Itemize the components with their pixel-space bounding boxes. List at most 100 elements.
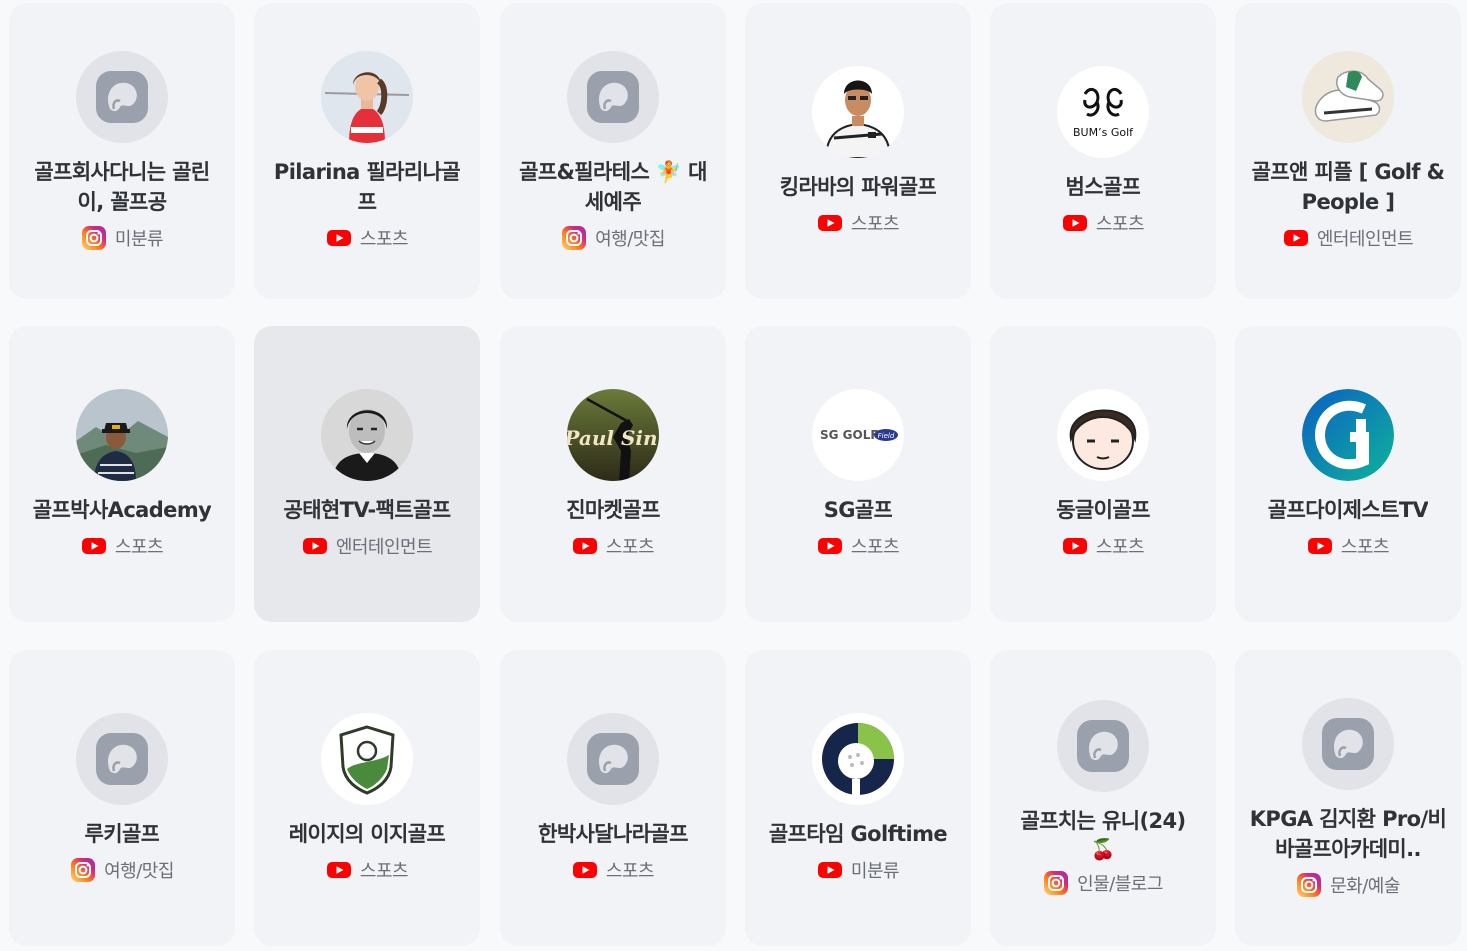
youtube-icon bbox=[572, 533, 598, 559]
channel-avatar: Paul Sin bbox=[567, 389, 659, 481]
youtube-icon bbox=[1062, 210, 1088, 236]
instagram-icon bbox=[81, 225, 107, 251]
channel-meta: 스포츠 bbox=[326, 857, 409, 883]
channel-meta: 스포츠 bbox=[326, 225, 409, 251]
channel-avatar bbox=[1057, 700, 1149, 792]
channel-category: 문화/예술 bbox=[1330, 876, 1400, 897]
channel-category: 미분류 bbox=[114, 229, 164, 250]
channel-card[interactable]: 킹라바의 파워골프 스포츠 bbox=[745, 3, 971, 299]
channel-category: 스포츠 bbox=[605, 537, 655, 558]
channel-name-emoji: 🍒 bbox=[1090, 837, 1116, 861]
youtube-icon bbox=[1307, 533, 1333, 559]
svg-text:Field: Field bbox=[878, 432, 895, 440]
channel-meta: 여행/맛집 bbox=[561, 225, 665, 251]
channel-card[interactable]: 동글이골프스포츠 bbox=[990, 326, 1216, 622]
channel-meta: 엔터테인먼트 bbox=[302, 533, 433, 559]
channel-avatar bbox=[1302, 698, 1394, 790]
channel-avatar bbox=[76, 389, 168, 481]
channel-card[interactable]: 레이지의 이지골프 스포츠 bbox=[254, 650, 480, 946]
youtube-icon bbox=[1062, 533, 1088, 559]
channel-card[interactable]: Paul Sin 진마켓골프스포츠 bbox=[500, 326, 726, 622]
channel-name: 골프박사Academy bbox=[32, 498, 212, 522]
channel-card[interactable]: Pilarina 필라리나골프스포츠 bbox=[254, 3, 480, 299]
channel-meta: 스포츠 bbox=[572, 857, 655, 883]
instagram-icon bbox=[561, 225, 587, 251]
channel-category: 엔터테인먼트 bbox=[1316, 229, 1414, 250]
instagram-icon bbox=[1043, 870, 1069, 896]
channel-card[interactable]: SG GOLF Field SG골프스포츠 bbox=[745, 326, 971, 622]
channel-name: SG골프 bbox=[823, 498, 893, 522]
youtube-icon bbox=[1283, 225, 1309, 251]
instagram-icon bbox=[1296, 872, 1322, 898]
channel-name: Pilarina 필라리나골프 bbox=[273, 160, 461, 214]
svg-text:SG GOLF: SG GOLF bbox=[820, 428, 879, 442]
channel-meta: 스포츠 bbox=[1062, 533, 1145, 559]
channel-card[interactable]: 한박사달나라골프스포츠 bbox=[500, 650, 726, 946]
channel-avatar: BUM’s Golf bbox=[1057, 66, 1149, 158]
channel-name: 범스골프 bbox=[1065, 175, 1141, 199]
youtube-icon bbox=[302, 533, 328, 559]
channel-meta: 스포츠 bbox=[817, 210, 900, 236]
instagram-icon bbox=[70, 857, 96, 883]
channel-card[interactable]: BUM’s Golf 범스골프 스포츠 bbox=[990, 3, 1216, 299]
channel-meta: 문화/예술 bbox=[1296, 872, 1400, 898]
channel-name: 공태현TV-팩트골프 bbox=[283, 498, 451, 522]
channel-card[interactable]: 골프치는 유니(24) 🍒 인물/블로그 bbox=[990, 650, 1216, 946]
channel-avatar: SG GOLF Field bbox=[812, 389, 904, 481]
channel-category: 엔터테인먼트 bbox=[335, 537, 433, 558]
channel-meta: 스포츠 bbox=[1307, 533, 1390, 559]
channel-category: 스포츠 bbox=[359, 229, 409, 250]
channel-card[interactable]: 골프&필라테스 🧚 대세예주 여행/맛집 bbox=[500, 3, 726, 299]
channel-meta: 미분류 bbox=[81, 225, 164, 251]
youtube-icon bbox=[817, 857, 843, 883]
channel-category: 스포츠 bbox=[850, 537, 900, 558]
channel-avatar bbox=[812, 66, 904, 158]
channel-card[interactable]: 골프타임 Golftime 미분류 bbox=[745, 650, 971, 946]
channel-card[interactable]: 골프다이제스트TV 스포츠 bbox=[1235, 326, 1461, 622]
channel-card[interactable]: KPGA 김지환 Pro/비바골프아카데미.. 문화/예술 bbox=[1235, 650, 1461, 946]
channel-category: 인물/블로그 bbox=[1077, 874, 1163, 895]
channel-category: 스포츠 bbox=[1095, 537, 1145, 558]
channel-category: 스포츠 bbox=[850, 214, 900, 235]
channel-avatar bbox=[1302, 51, 1394, 143]
youtube-icon bbox=[81, 533, 107, 559]
svg-text:BUM’s Golf: BUM’s Golf bbox=[1073, 126, 1134, 139]
channel-category: 여행/맛집 bbox=[595, 229, 665, 250]
channel-card[interactable]: 공태현TV-팩트골프엔터테인먼트 bbox=[254, 326, 480, 622]
channel-card[interactable]: 골프앤 피플 [ Golf & People ] 엔터테인먼트 bbox=[1235, 3, 1461, 299]
channel-avatar bbox=[76, 713, 168, 805]
channel-name: 골프치는 유니(24) bbox=[1020, 809, 1186, 833]
channel-name: 루키골프 bbox=[84, 822, 160, 846]
channel-category: 스포츠 bbox=[359, 861, 409, 882]
channel-meta: 여행/맛집 bbox=[70, 857, 174, 883]
channel-name: 한박사달나라골프 bbox=[538, 822, 688, 846]
channel-category: 스포츠 bbox=[114, 537, 164, 558]
youtube-icon bbox=[817, 210, 843, 236]
channel-name: 골프타임 Golftime bbox=[768, 822, 948, 846]
channel-card[interactable]: 골프회사다니는 골린이, 꼴프공미분류 bbox=[9, 3, 235, 299]
channel-meta: 미분류 bbox=[817, 857, 900, 883]
channel-card[interactable]: 골프박사Academy 스포츠 bbox=[9, 326, 235, 622]
channel-avatar bbox=[1302, 389, 1394, 481]
channel-avatar bbox=[812, 713, 904, 805]
youtube-icon bbox=[817, 533, 843, 559]
channel-name: KPGA 김지환 Pro/비바골프아카데미.. bbox=[1249, 807, 1447, 861]
youtube-icon bbox=[326, 225, 352, 251]
channel-name: 골프회사다니는 골린이, 꼴프공 bbox=[34, 160, 210, 214]
channel-grid: 골프회사다니는 골린이, 꼴프공 미분류 Pilarina 필라리나골프 스포츠 골프&… bbox=[0, 0, 1467, 951]
channel-avatar bbox=[321, 713, 413, 805]
channel-category: 여행/맛집 bbox=[104, 861, 174, 882]
channel-avatar bbox=[321, 389, 413, 481]
channel-name: 진마켓골프 bbox=[566, 498, 660, 522]
svg-text:Paul Sin: Paul Sin bbox=[567, 426, 658, 450]
youtube-icon bbox=[572, 857, 598, 883]
channel-category: 스포츠 bbox=[605, 861, 655, 882]
channel-meta: 스포츠 bbox=[572, 533, 655, 559]
youtube-icon bbox=[326, 857, 352, 883]
channel-name: 골프앤 피플 [ Golf & People ] bbox=[1251, 160, 1445, 214]
channel-avatar bbox=[567, 51, 659, 143]
channel-meta: 엔터테인먼트 bbox=[1283, 225, 1414, 251]
channel-card[interactable]: 루키골프여행/맛집 bbox=[9, 650, 235, 946]
channel-name: 동글이골프 bbox=[1056, 498, 1150, 522]
channel-meta: 스포츠 bbox=[817, 533, 900, 559]
